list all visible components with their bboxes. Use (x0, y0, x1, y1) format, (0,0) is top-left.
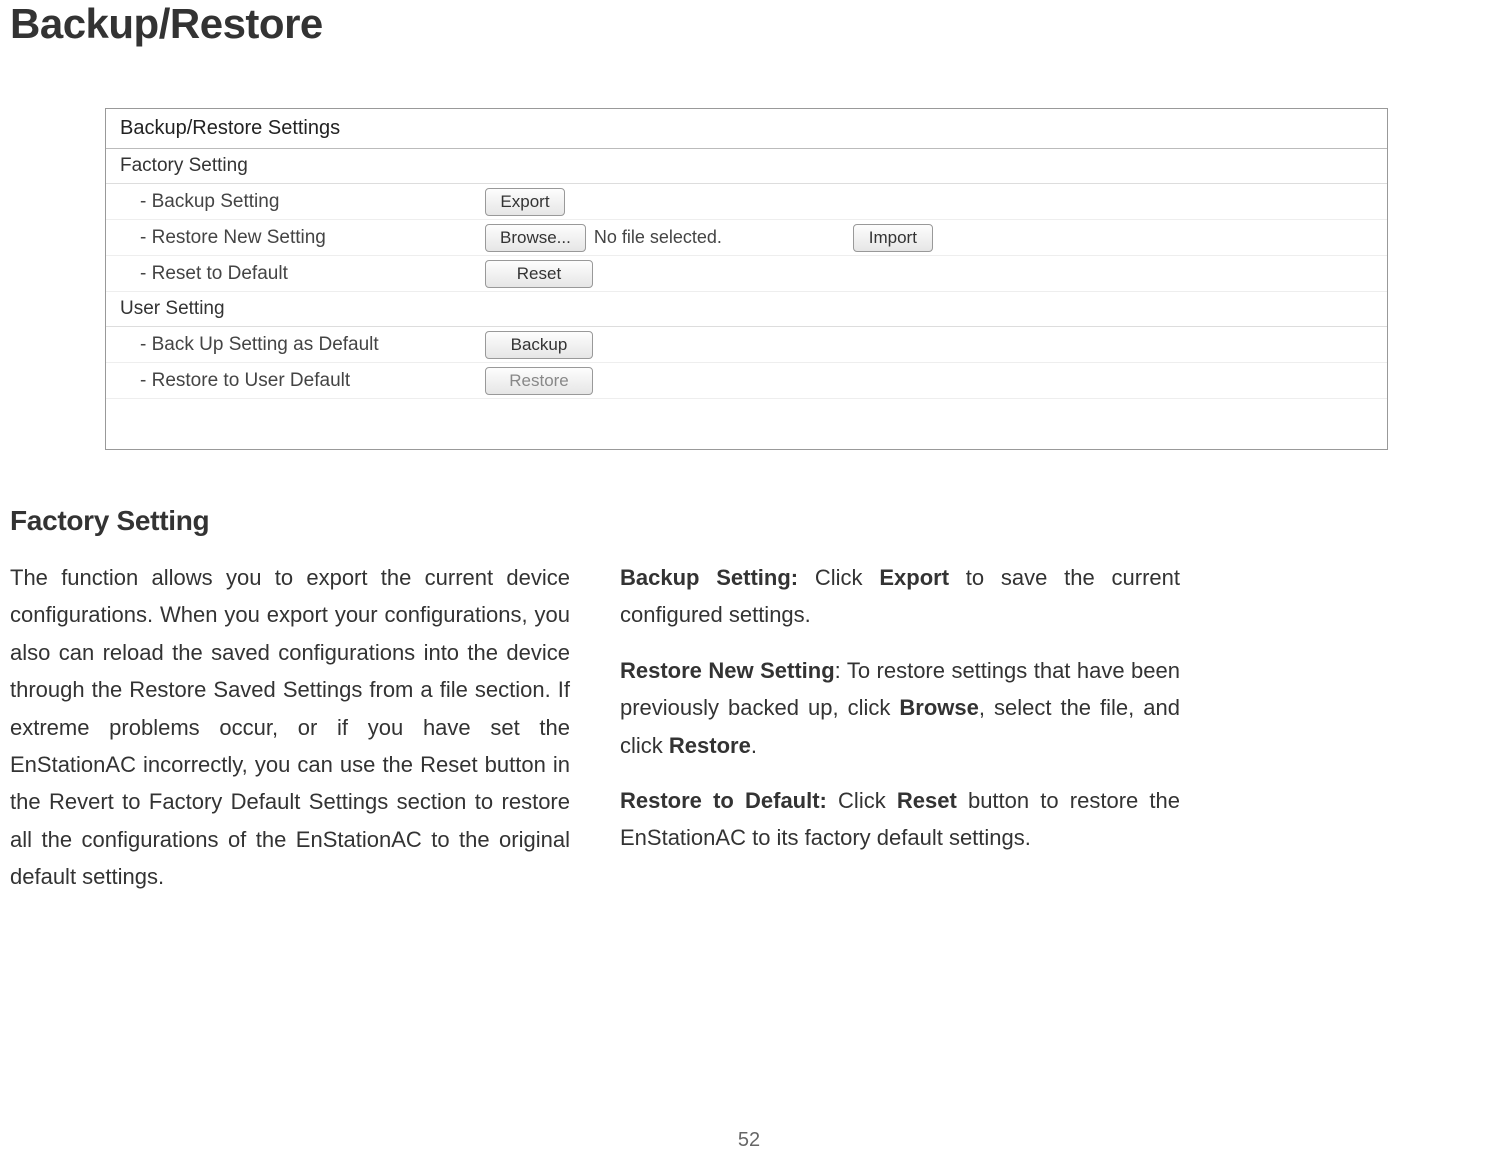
export-button[interactable]: Export (485, 188, 565, 216)
column-right: Backup Setting: Click Export to save the… (620, 559, 1180, 914)
restore-default-bold: Restore to Default: (620, 788, 827, 813)
content-columns: The function allows you to export the cu… (10, 559, 1488, 914)
factory-section-header: Factory Setting (106, 149, 1387, 184)
restore-new-bold: Restore New Setting (620, 658, 835, 683)
backup-setting-paragraph: Backup Setting: Click Export to save the… (620, 559, 1180, 634)
factory-setting-subtitle: Factory Setting (10, 505, 1488, 537)
user-section-header: User Setting (106, 292, 1387, 327)
reset-button[interactable]: Reset (485, 260, 593, 288)
backup-setting-label: - Backup Setting (140, 191, 485, 213)
backup-default-row: - Back Up Setting as Default Backup (106, 327, 1387, 363)
restore-user-row: - Restore to User Default Restore (106, 363, 1387, 399)
restore-new-row: - Restore New Setting Browse... No file … (106, 220, 1387, 256)
restore-button[interactable]: Restore (485, 367, 593, 395)
intro-paragraph: The function allows you to export the cu… (10, 559, 570, 896)
browse-bold: Browse (899, 695, 978, 720)
backup-button[interactable]: Backup (485, 331, 593, 359)
reset-bold: Reset (897, 788, 957, 813)
restore-bold: Restore (669, 733, 751, 758)
reset-default-label: - Reset to Default (140, 263, 485, 285)
reset-default-row: - Reset to Default Reset (106, 256, 1387, 292)
restore-default-paragraph: Restore to Default: Click Reset button t… (620, 782, 1180, 857)
import-button[interactable]: Import (853, 224, 933, 252)
page-number: 52 (0, 1129, 1498, 1152)
restore-new-label: - Restore New Setting (140, 227, 485, 249)
export-bold: Export (879, 565, 949, 590)
restore-user-label: - Restore to User Default (140, 370, 485, 392)
backup-setting-row: - Backup Setting Export (106, 184, 1387, 220)
backup-default-label: - Back Up Setting as Default (140, 334, 485, 356)
page-title: Backup/Restore (10, 0, 1488, 48)
column-left: The function allows you to export the cu… (10, 559, 570, 914)
backup-restore-panel: Backup/Restore Settings Factory Setting … (105, 108, 1388, 450)
file-status-text: No file selected. (594, 227, 849, 248)
restore-new-paragraph: Restore New Setting: To restore settings… (620, 652, 1180, 764)
panel-footer (106, 399, 1387, 449)
panel-header: Backup/Restore Settings (106, 109, 1387, 149)
browse-button[interactable]: Browse... (485, 224, 586, 252)
backup-setting-bold: Backup Setting: (620, 565, 798, 590)
